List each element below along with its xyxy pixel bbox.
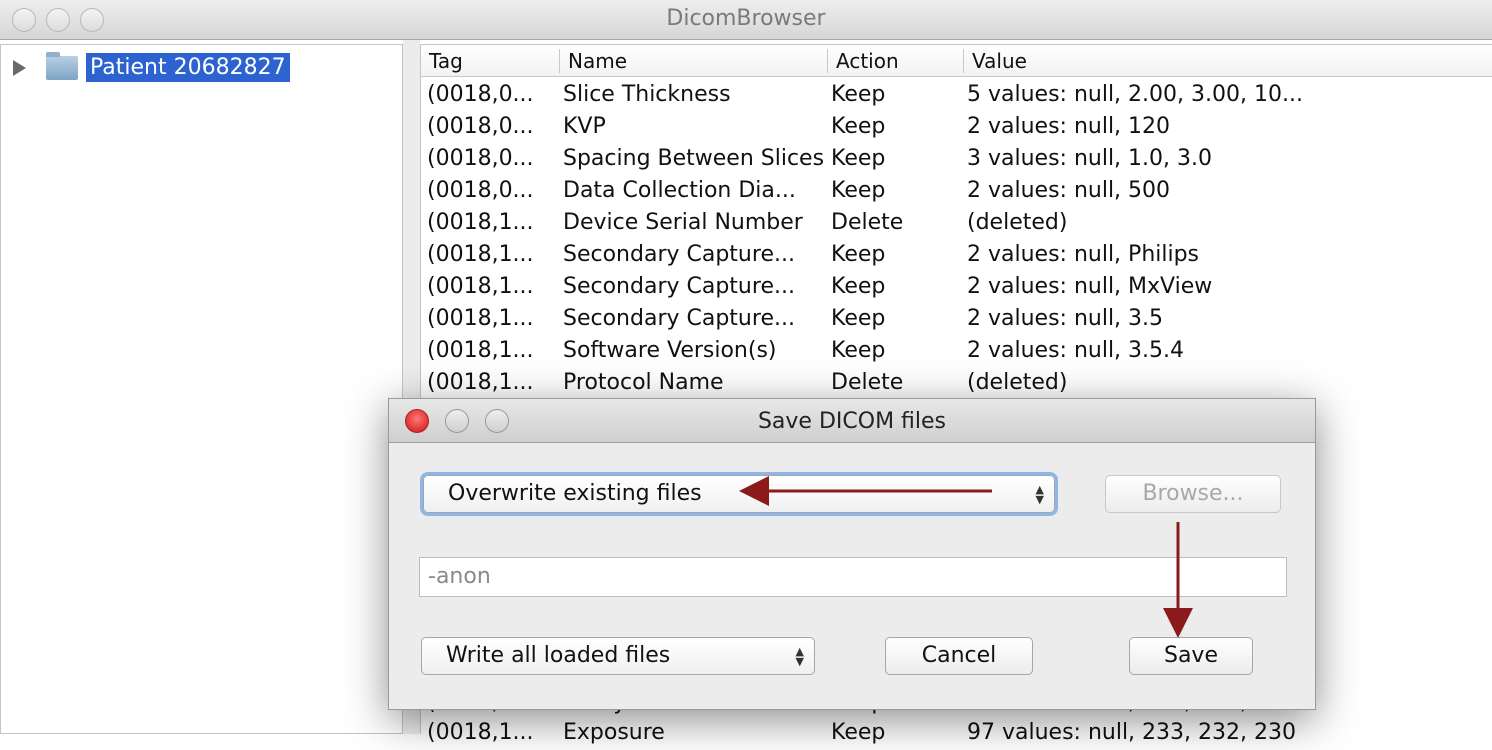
- cell-tag: (0018,0...: [427, 146, 534, 171]
- table-row[interactable]: (0018,1... Device Serial Number Delete (del…: [421, 208, 1492, 240]
- cell-action: Keep: [831, 114, 886, 139]
- patient-tree: Patient 20682827: [0, 44, 403, 734]
- table-row[interactable]: (0018,1... Software Version(s) Keep 2 value…: [421, 336, 1492, 368]
- cell-value: (deleted): [967, 210, 1068, 235]
- cell-value: 2 values: null, Philips: [967, 242, 1200, 267]
- cell-action: Keep: [831, 82, 886, 107]
- updown-arrows-icon: ▲ ▼: [795, 645, 804, 668]
- updown-arrows-icon: ▲ ▼: [1035, 483, 1044, 506]
- cell-name: Exposure: [563, 720, 665, 745]
- cell-value: (deleted): [967, 370, 1068, 395]
- table-row[interactable]: (0018,1... Secondary Capture... Keep 2 valu…: [421, 272, 1492, 304]
- cell-name: Secondary Capture...: [563, 274, 795, 299]
- write-scope-value: Write all loaded files: [446, 643, 671, 668]
- table-row[interactable]: (0018,1... Protocol Name Delete (deleted): [421, 368, 1492, 400]
- expand-triangle-icon[interactable]: [13, 59, 26, 76]
- cell-action: Keep: [831, 178, 886, 203]
- window-title: DicomBrowser: [666, 6, 826, 31]
- folder-icon: [46, 51, 78, 80]
- write-scope-select[interactable]: Write all loaded files ▲ ▼: [421, 637, 815, 675]
- cell-value: 5 values: null, 2.00, 3.00, 10...: [967, 82, 1303, 107]
- tree-item-patient[interactable]: Patient 20682827: [13, 51, 290, 82]
- cell-tag: (0018,0...: [427, 178, 534, 203]
- cell-action: Keep: [831, 242, 886, 267]
- save-mode-value: Overwrite existing files: [448, 481, 702, 506]
- browse-button[interactable]: Browse...: [1105, 475, 1281, 513]
- table-row[interactable]: (0018,0... Spacing Between Slices Keep 3 va…: [421, 144, 1492, 176]
- table-row[interactable]: (0018,0... KVP Keep 2 values: null, 120: [421, 112, 1492, 144]
- dialog-title: Save DICOM files: [757, 409, 947, 434]
- cell-value: 3 values: null, 1.0, 3.0: [967, 146, 1213, 171]
- cell-value: 2 values: null, 120: [967, 114, 1171, 139]
- cell-name: Secondary Capture...: [563, 306, 795, 331]
- cell-tag: (0018,0...: [427, 114, 534, 139]
- cell-name: KVP: [563, 114, 606, 139]
- cancel-button[interactable]: Cancel: [885, 637, 1033, 675]
- column-header-name[interactable]: Name: [559, 49, 627, 73]
- cell-tag: (0018,0...: [427, 82, 534, 107]
- save-dicom-dialog: Save DICOM files Overwrite existing file…: [388, 398, 1316, 710]
- cell-value: 2 values: null, 500: [967, 178, 1171, 203]
- cell-tag: (0018,1...: [427, 242, 534, 267]
- cell-tag: (0018,1...: [427, 306, 534, 331]
- save-mode-select[interactable]: Overwrite existing files ▲ ▼: [423, 475, 1055, 513]
- column-header-tag[interactable]: Tag: [429, 49, 463, 73]
- cell-action: Keep: [831, 274, 886, 299]
- cell-action: Keep: [831, 146, 886, 171]
- cell-tag: (0018,1...: [427, 274, 534, 299]
- dialog-title-bar: Save DICOM files: [389, 399, 1315, 443]
- table-row[interactable]: (0018,1... Exposure Keep 97 values: null, 2…: [421, 718, 1492, 750]
- cell-name: Secondary Capture...: [563, 242, 795, 267]
- cell-tag: (0018,1...: [427, 210, 534, 235]
- cell-value: 97 values: null, 233, 232, 230: [967, 720, 1296, 745]
- table-row[interactable]: (0018,0... Slice Thickness Keep 5 values: n…: [421, 80, 1492, 112]
- table-header: Tag Name Action Value: [421, 45, 1492, 77]
- table-row[interactable]: (0018,0... Data Collection Dia... Keep 2 va…: [421, 176, 1492, 208]
- cell-name: Data Collection Dia...: [563, 178, 796, 203]
- cell-tag: (0018,1...: [427, 338, 534, 363]
- column-header-value[interactable]: Value: [963, 49, 1027, 73]
- cell-action: Keep: [831, 720, 886, 745]
- save-button[interactable]: Save: [1129, 637, 1253, 675]
- tree-item-label: Patient 20682827: [86, 53, 290, 82]
- cell-value: 2 values: null, MxView: [967, 274, 1213, 299]
- cell-action: Delete: [831, 210, 904, 235]
- cell-name: Software Version(s): [563, 338, 777, 363]
- cell-tag: (0018,1...: [427, 370, 534, 395]
- title-bar: DicomBrowser: [0, 0, 1492, 40]
- cell-name: Device Serial Number: [563, 210, 803, 235]
- cell-action: Delete: [831, 370, 904, 395]
- table-row[interactable]: (0018,1... Secondary Capture... Keep 2 valu…: [421, 304, 1492, 336]
- cell-action: Keep: [831, 338, 886, 363]
- cell-tag: (0018,1...: [427, 720, 534, 745]
- suffix-input[interactable]: -anon: [419, 557, 1287, 597]
- cell-value: 2 values: null, 3.5.4: [967, 338, 1185, 363]
- cell-name: Slice Thickness: [563, 82, 731, 107]
- cell-name: Protocol Name: [563, 370, 724, 395]
- cell-value: 2 values: null, 3.5: [967, 306, 1164, 331]
- cell-name: Spacing Between Slices: [563, 146, 825, 171]
- column-header-action[interactable]: Action: [827, 49, 899, 73]
- table-row[interactable]: (0018,1... Secondary Capture... Keep 2 valu…: [421, 240, 1492, 272]
- cell-action: Keep: [831, 306, 886, 331]
